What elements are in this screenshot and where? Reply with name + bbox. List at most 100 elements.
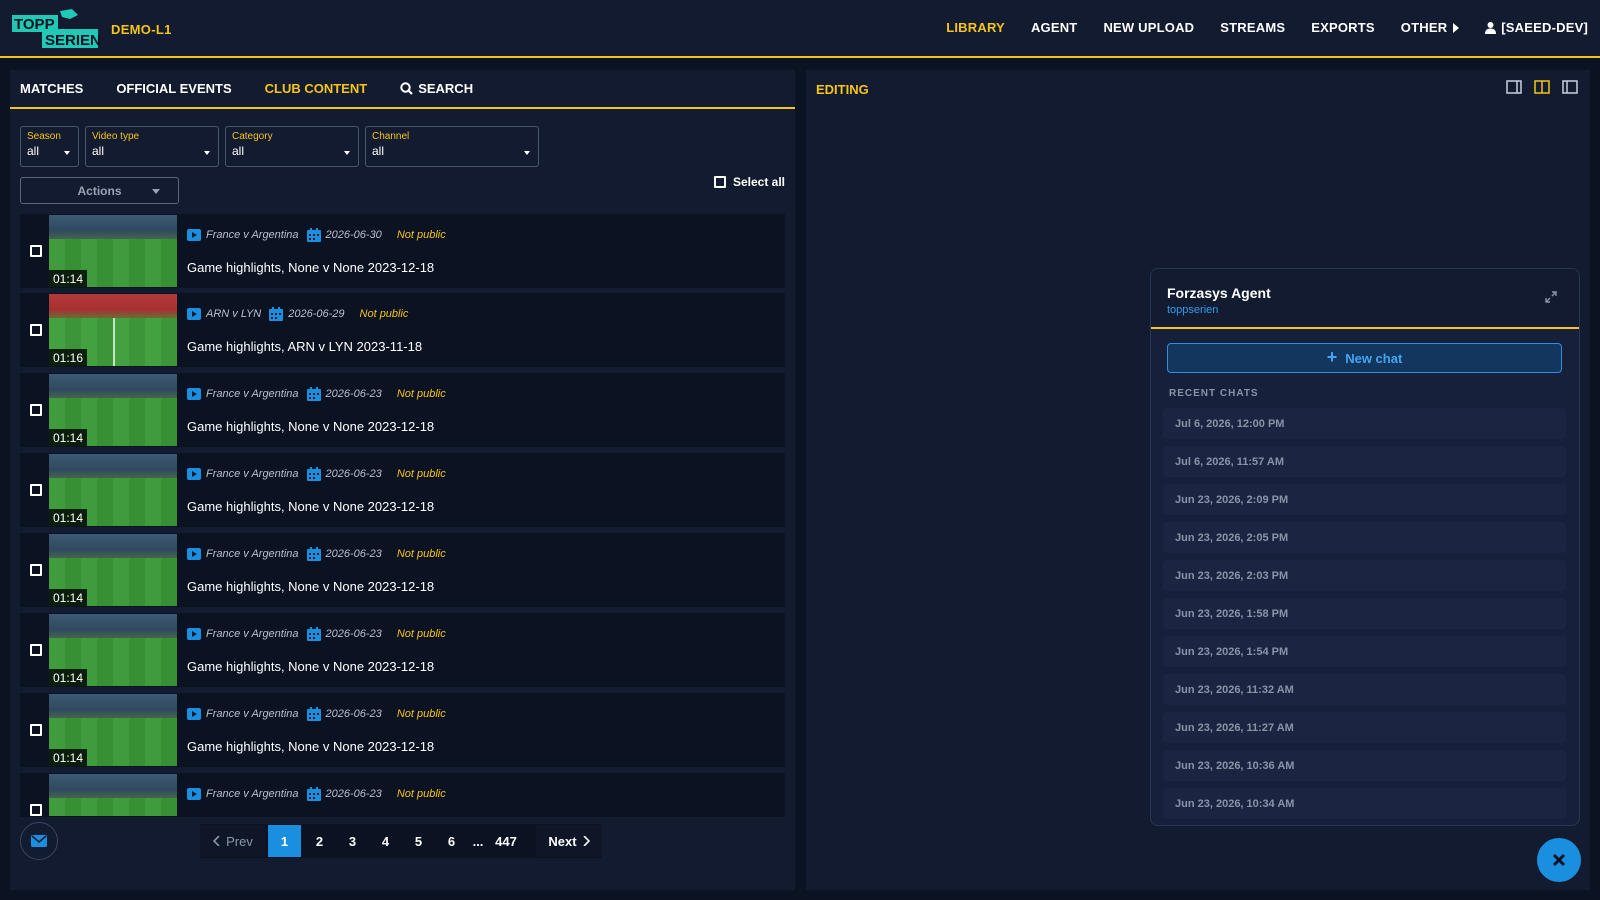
new-chat-button[interactable]: + New chat: [1167, 343, 1562, 373]
list-item[interactable]: 01:14 France v Argentina 2026-06-23 Not …: [20, 613, 785, 687]
prev-page-button[interactable]: Prev: [200, 825, 266, 857]
row-checkbox[interactable]: [30, 724, 42, 736]
recent-chat-item[interactable]: Jun 23, 2026, 10:34 AM: [1163, 788, 1566, 819]
top-bar: TOPP SERIEN DEMO-L1 LIBRARY AGENT NEW UP…: [0, 0, 1600, 58]
video-title[interactable]: Game highlights, None v None 2023-12-18: [187, 260, 434, 275]
row-checkbox[interactable]: [30, 644, 42, 656]
panel-left-icon[interactable]: [1506, 80, 1522, 94]
video-icon: [187, 388, 201, 400]
panel-split-icon[interactable]: [1534, 80, 1550, 94]
video-title[interactable]: Game highlights, None v None 2023-12-18: [187, 739, 434, 754]
expand-icon[interactable]: [1545, 291, 1557, 303]
video-title[interactable]: Game highlights, None v None 2023-12-18: [187, 659, 434, 674]
category-filter-value: all: [232, 144, 245, 158]
tab-matches[interactable]: MATCHES: [20, 81, 83, 96]
row-meta: France v Argentina 2026-06-23 Not public: [187, 547, 446, 561]
tab-official-events[interactable]: OFFICIAL EVENTS: [116, 81, 231, 96]
video-thumbnail[interactable]: 01:14: [49, 215, 177, 287]
channel-filter-value: all: [372, 144, 385, 158]
next-page-button[interactable]: Next: [536, 825, 602, 857]
video-duration: 01:16: [49, 349, 88, 366]
page-button-2[interactable]: 2: [303, 825, 336, 857]
video-thumbnail[interactable]: 01:14: [49, 454, 177, 526]
list-item[interactable]: 01:14 France v Argentina 2026-06-23 Not …: [20, 373, 785, 447]
panel-right-icon[interactable]: [1562, 80, 1578, 94]
row-checkbox[interactable]: [30, 804, 42, 816]
recent-chat-item[interactable]: Jun 23, 2026, 10:36 AM: [1163, 750, 1566, 781]
recent-chat-item[interactable]: Jul 6, 2026, 11:57 AM: [1163, 446, 1566, 477]
recent-chat-time: Jun 23, 2026, 10:34 AM: [1175, 798, 1295, 810]
filter-bar: Season all Video type all Category all C…: [20, 126, 545, 167]
recent-chat-time: Jul 6, 2026, 12:00 PM: [1175, 418, 1285, 430]
nav-new-upload[interactable]: NEW UPLOAD: [1103, 20, 1194, 35]
list-item[interactable]: 01:14 France v Argentina 2026-06-23 Not …: [20, 533, 785, 607]
page-button-6[interactable]: 6: [435, 825, 468, 857]
nav-other[interactable]: OTHER: [1401, 20, 1460, 35]
select-all-checkbox[interactable]: [713, 176, 726, 188]
video-thumbnail[interactable]: 01:14: [49, 534, 177, 606]
recent-chat-item[interactable]: Jun 23, 2026, 2:03 PM: [1163, 560, 1566, 591]
page-button-last[interactable]: 447: [488, 825, 524, 857]
season-filter[interactable]: Season all: [20, 126, 79, 167]
row-checkbox[interactable]: [30, 245, 42, 257]
recent-chat-item[interactable]: Jun 23, 2026, 2:09 PM: [1163, 484, 1566, 515]
video-thumbnail[interactable]: 01:14: [49, 694, 177, 766]
calendar-icon: [306, 707, 321, 721]
select-all[interactable]: Select all: [713, 175, 785, 189]
video-type-filter[interactable]: Video type all: [85, 126, 219, 167]
nav-user[interactable]: [SAEED-DEV]: [1485, 20, 1588, 35]
agent-chat-widget: Forzasys Agent toppserien + New chat REC…: [1150, 268, 1580, 826]
video-thumbnail[interactable]: 01:14: [49, 614, 177, 686]
video-title[interactable]: Game highlights, ARN v LYN 2023-11-18: [187, 339, 422, 354]
nav-library[interactable]: LIBRARY: [946, 20, 1005, 35]
user-name: [SAEED-DEV]: [1501, 20, 1588, 35]
recent-chat-item[interactable]: Jun 23, 2026, 1:54 PM: [1163, 636, 1566, 667]
nav-exports[interactable]: EXPORTS: [1311, 20, 1375, 35]
row-checkbox[interactable]: [30, 564, 42, 576]
tab-search-label: SEARCH: [418, 81, 474, 96]
tab-search[interactable]: SEARCH: [400, 81, 473, 96]
svg-text:TOPP: TOPP: [14, 16, 55, 33]
status-badge: Not public: [396, 388, 446, 400]
list-item[interactable]: 01:14 France v Argentina 2026-06-23 Not …: [20, 453, 785, 527]
list-item[interactable]: 01:16 ARN v LYN 2026-06-29 Not public Ga…: [20, 293, 785, 367]
plus-icon: +: [1326, 346, 1338, 367]
actions-dropdown[interactable]: Actions: [20, 177, 179, 204]
page-button-3[interactable]: 3: [336, 825, 369, 857]
page-button-1[interactable]: 1: [268, 825, 301, 857]
video-thumbnail[interactable]: 01:14: [49, 374, 177, 446]
row-checkbox[interactable]: [30, 324, 42, 336]
list-item[interactable]: France v Argentina 2026-06-23 Not public: [20, 773, 785, 817]
recent-chat-item[interactable]: Jun 23, 2026, 2:05 PM: [1163, 522, 1566, 553]
toppserien-logo[interactable]: TOPP SERIEN: [12, 9, 101, 49]
nav-agent[interactable]: AGENT: [1031, 20, 1078, 35]
video-icon: [187, 548, 201, 560]
recent-chat-item[interactable]: Jul 6, 2026, 12:00 PM: [1163, 408, 1566, 439]
category-filter[interactable]: Category all: [225, 126, 359, 167]
row-checkbox[interactable]: [30, 404, 42, 416]
page-button-4[interactable]: 4: [369, 825, 402, 857]
close-icon: [1552, 853, 1566, 867]
video-title[interactable]: Game highlights, None v None 2023-12-18: [187, 579, 434, 594]
video-thumbnail[interactable]: 01:16: [49, 294, 177, 366]
video-date: 2026-06-23: [325, 548, 382, 560]
video-title[interactable]: Game highlights, None v None 2023-12-18: [187, 419, 434, 434]
calendar-icon: [306, 787, 321, 801]
recent-chat-item[interactable]: Jun 23, 2026, 11:27 AM: [1163, 712, 1566, 743]
org-name[interactable]: DEMO-L1: [111, 22, 172, 37]
chevron-down-icon: [344, 151, 350, 155]
close-agent-button[interactable]: [1537, 838, 1581, 882]
tab-club-content[interactable]: CLUB CONTENT: [265, 81, 368, 96]
nav-streams[interactable]: STREAMS: [1220, 20, 1285, 35]
prev-page-label: Prev: [226, 833, 253, 849]
list-item[interactable]: 01:14 France v Argentina 2026-06-30 Not …: [20, 214, 785, 288]
contact-button[interactable]: [20, 822, 58, 860]
list-item[interactable]: 01:14 France v Argentina 2026-06-23 Not …: [20, 693, 785, 767]
recent-chat-item[interactable]: Jun 23, 2026, 11:32 AM: [1163, 674, 1566, 705]
channel-filter[interactable]: Channel all: [365, 126, 539, 167]
video-thumbnail[interactable]: [49, 774, 177, 816]
page-button-5[interactable]: 5: [402, 825, 435, 857]
video-title[interactable]: Game highlights, None v None 2023-12-18: [187, 499, 434, 514]
recent-chat-item[interactable]: Jun 23, 2026, 1:58 PM: [1163, 598, 1566, 629]
row-checkbox[interactable]: [30, 484, 42, 496]
